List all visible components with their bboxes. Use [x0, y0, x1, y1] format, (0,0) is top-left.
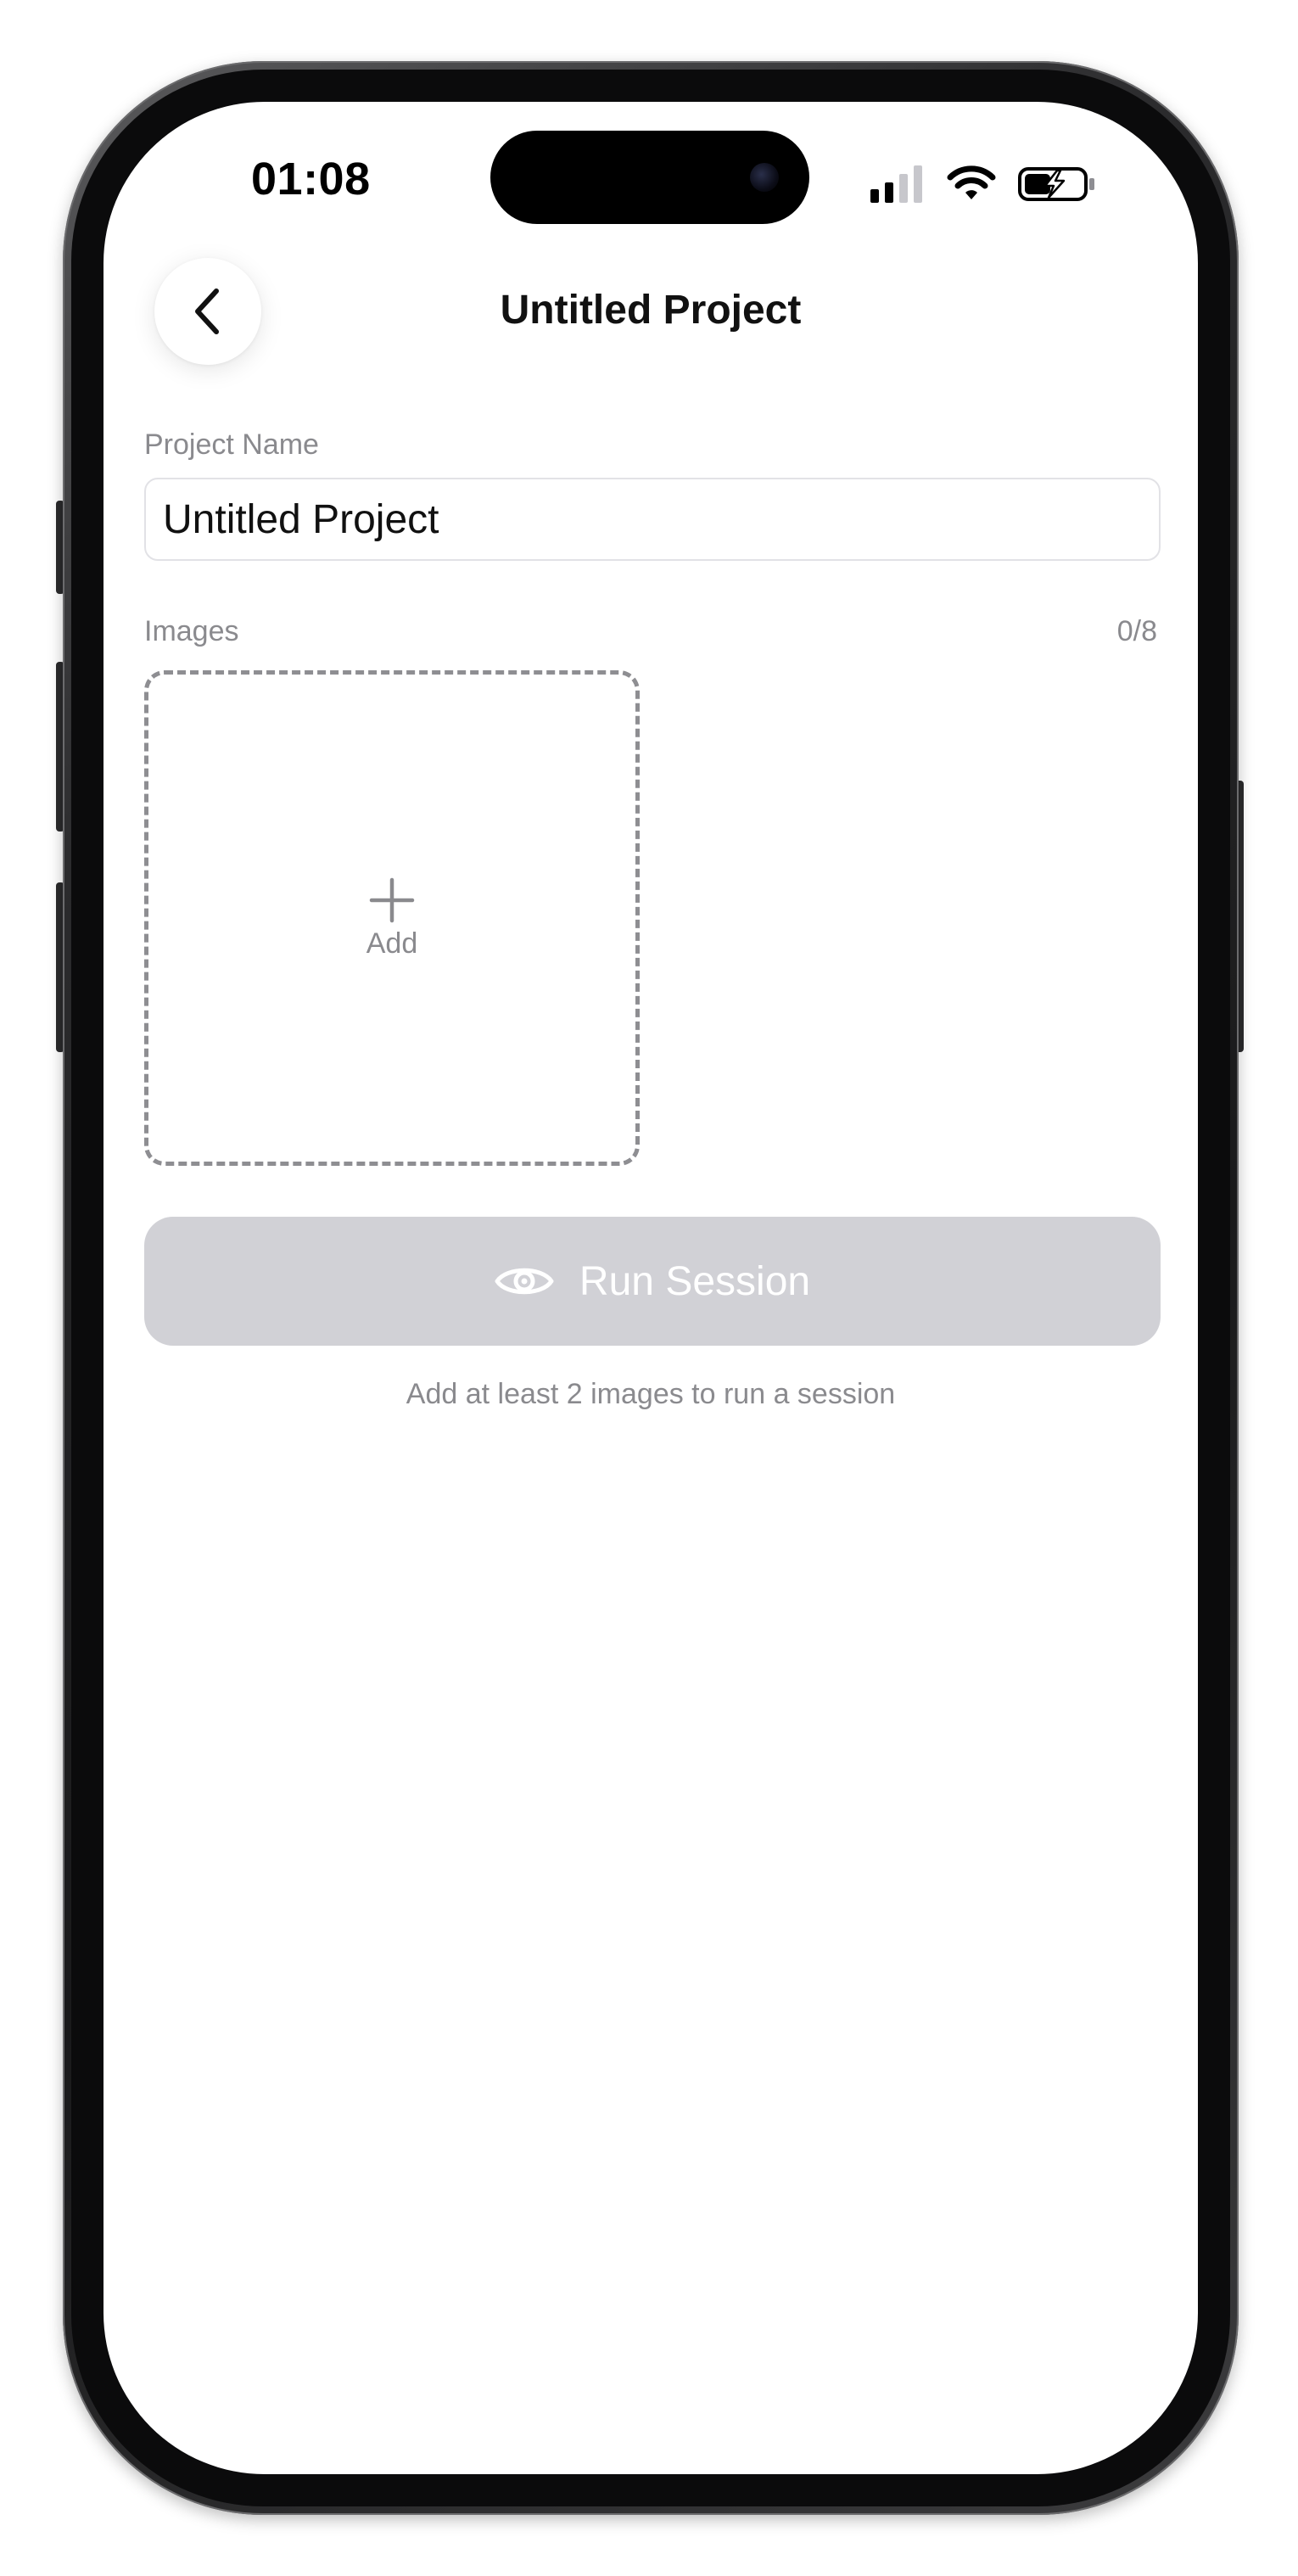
page-title: Untitled Project	[500, 288, 802, 333]
project-name-label: Project Name	[144, 428, 319, 461]
battery-charging-icon	[1018, 167, 1094, 201]
app-screen: 01:08 Untitled Project Project Name Unti…	[104, 102, 1198, 2474]
add-tile-label: Add	[366, 927, 418, 960]
status-icons	[870, 163, 1096, 205]
run-session-button[interactable]: Run Session	[144, 1217, 1161, 1346]
device-mockup: 01:08 Untitled Project Project Name Unti…	[0, 0, 1298, 2576]
eye-icon	[495, 1268, 554, 1295]
add-tile-content: Add	[148, 876, 635, 960]
dynamic-island	[490, 131, 809, 224]
project-name-input[interactable]	[144, 478, 1161, 561]
cellular-signal-icon	[870, 165, 922, 203]
front-camera	[750, 163, 779, 192]
images-count: 0/8	[1116, 615, 1157, 647]
run-session-label: Run Session	[579, 1258, 811, 1304]
wifi-icon	[947, 165, 996, 199]
add-image-tile[interactable]: Add	[144, 670, 640, 1166]
images-label: Images	[144, 615, 239, 647]
plus-icon	[369, 877, 415, 923]
status-time: 01:08	[251, 154, 371, 204]
run-session-hint: Add at least 2 images to run a session	[406, 1378, 896, 1410]
